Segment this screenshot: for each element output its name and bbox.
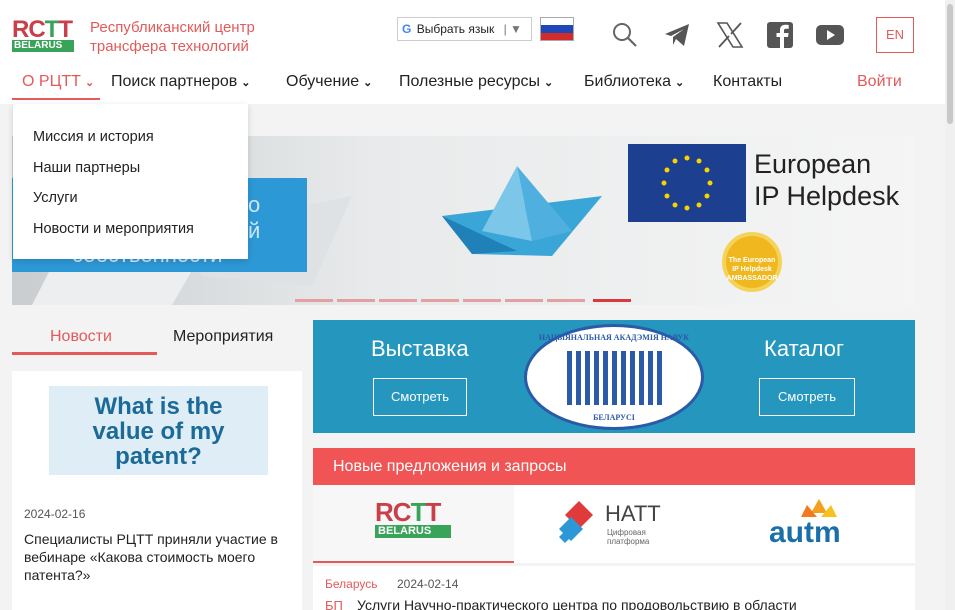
slide-indicator[interactable] — [547, 299, 585, 302]
eu-ip-helpdesk-title: European IP Helpdesk — [754, 148, 899, 212]
menu-item-news-events[interactable]: Новости и мероприятия — [13, 214, 248, 245]
news-title-link[interactable]: Специалисты РЦТТ приняли участие в вебин… — [24, 530, 290, 584]
news-tabs: Новости Мероприятия — [12, 320, 302, 356]
google-icon: G — [402, 22, 412, 36]
chevron-down-icon: | ▼ — [503, 22, 522, 36]
page: RCTT BELARUS Республиканский центр транс… — [0, 0, 955, 610]
autm-title: autm — [769, 516, 841, 549]
news-image-line3: patent? — [115, 443, 202, 470]
org-name-line2: трансфера технологий — [90, 38, 249, 55]
academy-building-icon — [567, 351, 662, 405]
active-tab-underline — [12, 352, 157, 355]
chevron-down-icon: ⌄ — [84, 77, 95, 89]
logo-sub: BELARUS — [12, 40, 74, 52]
search-icon[interactable] — [610, 20, 640, 50]
eu-flag-icon — [628, 144, 746, 222]
nav-item-resources[interactable]: Полезные ресурсы ⌄ — [399, 72, 553, 93]
header: RCTT BELARUS Республиканский центр транс… — [0, 0, 955, 64]
ambassador-badge: The European IP Helpdesk AMBASSADOR — [722, 232, 782, 292]
nav-label: О РЦТТ — [22, 73, 81, 90]
natt-diamond-icon — [559, 501, 593, 543]
slide-indicator-active[interactable] — [593, 299, 631, 302]
eu-title-line1: European — [754, 149, 872, 179]
youtube-icon[interactable] — [815, 20, 845, 50]
rctt-logo[interactable]: RCTT BELARUS — [12, 18, 76, 52]
news-image[interactable]: What is the value of my patent? — [49, 386, 268, 475]
natt-title: НАТТ — [605, 501, 661, 526]
natt-partner-logo[interactable]: НАТТ Цифровая платформа — [559, 501, 679, 553]
chevron-down-icon: ⌄ — [363, 77, 373, 89]
nav-item-partner-search[interactable]: Поиск партнеров ⌄ — [111, 72, 250, 93]
seal-bottom-text: БЕЛАРУСІ — [593, 413, 635, 422]
exhibition-block: Выставка Смотреть НАЦЫЯНАЛЬНАЯ АКАДЭМІЯ … — [313, 320, 915, 433]
org-name[interactable]: Республиканский центр трансфера технолог… — [90, 18, 255, 56]
russian-flag-icon[interactable] — [540, 17, 574, 41]
exhibition-view-button[interactable]: Смотреть — [373, 378, 467, 416]
offer-date: 2024-02-14 — [397, 577, 459, 591]
menu-item-partners[interactable]: Наши партнеры — [13, 153, 248, 184]
facebook-icon[interactable] — [765, 20, 795, 50]
banner-caption-fragment-1: о — [248, 192, 261, 217]
autm-partner-logo[interactable]: autm — [769, 499, 865, 549]
eu-title-line2: IP Helpdesk — [754, 181, 900, 211]
language-select[interactable]: G Выбрать язык | ▼ — [397, 17, 532, 41]
offers-heading: Новые предложения и запросы — [313, 448, 915, 485]
tab-news[interactable]: Новости — [50, 328, 112, 346]
rctt-partner-logo: RCTT BELARUS — [375, 499, 455, 547]
offer-title-link[interactable]: Услуги Научно-практического центра по пр… — [357, 597, 797, 610]
slide-indicator[interactable] — [505, 299, 543, 302]
translate-label: Выбрать язык — [416, 22, 495, 36]
logo-mark: RCTT — [12, 16, 73, 43]
natt-subtitle: Цифровая платформа — [607, 528, 650, 546]
main-nav: О РЦТТ ⌄ Поиск партнеров ⌄ Обучение ⌄ Полез… — [0, 64, 955, 104]
tab-events[interactable]: Мероприятия — [173, 328, 273, 346]
partner-tab-rctt[interactable]: RCTT BELARUS — [313, 485, 514, 563]
page-scrollbar[interactable] — [945, 0, 955, 610]
news-image-line1: What is the — [94, 393, 223, 420]
nav-label: Библиотека — [584, 73, 671, 90]
catalog-label: Каталог — [764, 336, 844, 361]
chevron-down-icon: ⌄ — [543, 77, 554, 89]
news-date: 2024-02-16 — [24, 507, 86, 521]
news-image-line2: value of my — [92, 418, 225, 445]
news-card[interactable]: What is the value of my patent? 2024-02-… — [12, 371, 302, 610]
offer-list-item[interactable]: Беларусь 2024-02-14 БП Услуги Научно-пра… — [313, 566, 915, 610]
seal-top-text: НАЦЫЯНАЛЬНАЯ АКАДЭМІЯ НАВУК — [538, 333, 690, 342]
chevron-down-icon: ⌄ — [675, 77, 685, 89]
exhibition-label: Выставка — [371, 336, 469, 361]
catalog-view-button[interactable]: Смотреть — [759, 378, 855, 416]
chevron-down-icon: ⌄ — [241, 77, 251, 89]
slide-indicator[interactable] — [295, 299, 333, 302]
login-link[interactable]: Войти — [857, 72, 902, 92]
partners-strip: RCTT BELARUS НАТТ Цифровая платформа aut… — [313, 485, 915, 563]
slide-indicator[interactable] — [463, 299, 501, 302]
nav-item-about[interactable]: О РЦТТ ⌄ — [22, 72, 94, 93]
x-icon[interactable] — [715, 20, 745, 50]
nav-item-library[interactable]: Библиотека ⌄ — [584, 72, 684, 93]
slide-indicator[interactable] — [421, 299, 459, 302]
org-name-line1: Республиканский центр — [90, 19, 255, 36]
about-dropdown-menu: Миссия и история Наши партнеры Услуги Но… — [13, 104, 248, 259]
active-nav-underline — [12, 98, 100, 100]
offer-country: Беларусь — [325, 577, 378, 591]
banner-caption-fragment-2: й — [248, 218, 261, 243]
nav-label: Поиск партнеров — [111, 73, 238, 90]
menu-item-mission[interactable]: Миссия и история — [13, 122, 248, 153]
nav-item-contacts[interactable]: Контакты — [713, 72, 782, 92]
slide-indicator[interactable] — [379, 299, 417, 302]
nav-item-education[interactable]: Обучение ⌄ — [286, 72, 372, 93]
nav-label: Полезные ресурсы — [399, 73, 540, 90]
english-language-button[interactable]: EN — [876, 17, 914, 53]
nav-label: Контакты — [713, 73, 783, 90]
academy-seal-logo: НАЦЫЯНАЛЬНАЯ АКАДЭМІЯ НАВУК БЕЛАРУСІ — [524, 324, 704, 430]
telegram-icon[interactable] — [662, 20, 692, 50]
scrollbar-thumb[interactable] — [947, 4, 953, 124]
menu-item-services[interactable]: Услуги — [13, 183, 248, 214]
offer-type-badge: БП — [325, 598, 343, 610]
nav-label: Обучение — [286, 73, 360, 90]
slide-indicator[interactable] — [337, 299, 375, 302]
